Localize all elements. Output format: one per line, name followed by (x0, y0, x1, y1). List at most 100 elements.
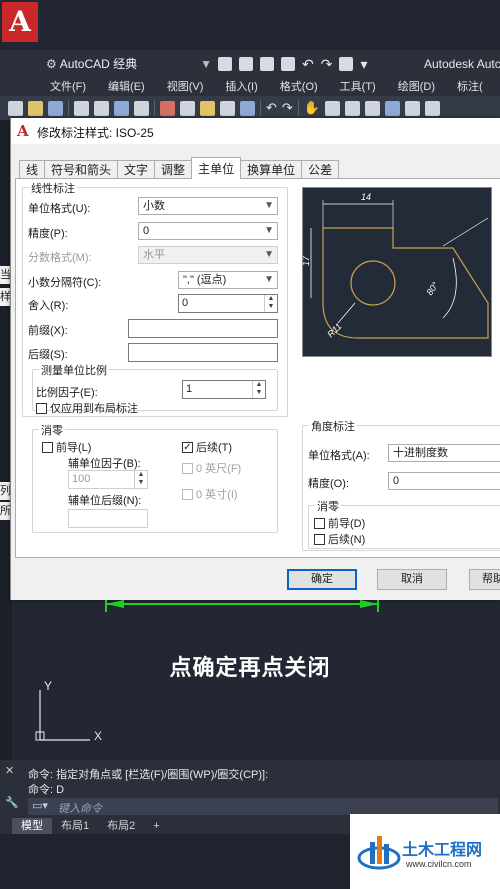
new-file-icon[interactable] (218, 57, 232, 71)
spinner-icon[interactable]: ▲ ▼ (252, 381, 265, 398)
modify-dimension-style-dialog: A 修改标注样式: ISO-25 线 符号和箭头 文字 调整 主单位 换算单位 … (10, 118, 500, 600)
command-history-line: 命令: D (28, 784, 65, 796)
angular-leading-checkbox[interactable]: 前导(D) (314, 515, 365, 531)
title-bar: ⚙ AutoCAD 经典 ▼ ↶ ↷ ▾ Autodesk Autc (0, 50, 500, 78)
properties-icon[interactable] (385, 100, 400, 116)
video-caption: 点确定再点关闭 (169, 656, 331, 681)
tab-tolerances[interactable]: 公差 (301, 160, 340, 179)
workspace-selector[interactable]: ⚙ AutoCAD 经典 ▼ (46, 55, 214, 73)
menu-tools[interactable]: 工具(T) (340, 78, 376, 96)
sub-unit-suffix-input[interactable] (68, 509, 148, 528)
angular-precision-select[interactable]: 0 (388, 472, 500, 490)
angular-trailing-checkbox[interactable]: 后续(N) (314, 531, 365, 547)
fraction-format-select[interactable]: 水平 ▼ (138, 246, 278, 264)
tab-alternate-units[interactable]: 换算单位 (240, 160, 303, 179)
copy-icon[interactable] (180, 100, 195, 116)
close-icon[interactable]: ✕ (5, 764, 14, 777)
tab-fit[interactable]: 调整 (154, 160, 193, 179)
prefix-input[interactable] (128, 319, 278, 338)
trailing-zero-checkbox[interactable]: ✓ 后续(T) (182, 439, 232, 455)
sub-unit-factor-value: 100 (72, 473, 91, 485)
menu-draw[interactable]: 绘图(D) (398, 78, 435, 96)
undo-icon[interactable]: ↶ (266, 100, 277, 116)
zoom-realtime-icon[interactable] (325, 100, 340, 116)
menu-dimension[interactable]: 标注( (457, 78, 483, 96)
plot-icon[interactable] (339, 57, 354, 71)
window-title: Autodesk Autc (424, 57, 500, 71)
checkbox-box (36, 402, 47, 414)
decimal-separator-value: "," (逗点) (183, 274, 227, 286)
save-icon[interactable] (260, 57, 274, 71)
zoom-window-icon[interactable] (345, 100, 360, 116)
menu-format[interactable]: 格式(O) (280, 78, 318, 96)
tab-lines[interactable]: 线 (19, 160, 46, 179)
3d-dwf-icon[interactable] (134, 100, 149, 116)
chevron-down-icon[interactable]: ▾ (360, 55, 367, 73)
tab-layout2[interactable]: 布局2 (98, 818, 144, 834)
spinner-icon[interactable]: ▲ ▼ (134, 471, 147, 488)
publish-icon[interactable] (114, 100, 129, 116)
workspace-name: AutoCAD 经典 (59, 57, 138, 71)
sub-unit-factor-label: 辅单位因子(B): (68, 458, 141, 470)
angular-precision-value: 0 (393, 475, 400, 487)
checkbox-box (182, 488, 193, 500)
precision-select[interactable]: 0 ▼ (138, 222, 278, 240)
tab-layout1[interactable]: 布局1 (52, 818, 98, 834)
sub-unit-factor-input[interactable]: 100 ▲ ▼ (68, 470, 148, 489)
zero-feet-checkbox[interactable]: 0 英尺(F) (182, 460, 241, 476)
new-icon[interactable] (8, 100, 23, 116)
round-off-input[interactable]: 0 ▲ ▼ (178, 294, 278, 313)
scale-factor-input[interactable]: 1 ▲ ▼ (182, 380, 266, 399)
design-center-icon[interactable] (405, 100, 420, 116)
unit-format-select[interactable]: 小数 ▼ (138, 197, 278, 215)
green-arrowhead (106, 600, 124, 608)
menu-edit[interactable]: 编辑(E) (108, 78, 145, 96)
open-file-icon[interactable] (239, 57, 253, 71)
dim-label-top: 14 (361, 192, 371, 202)
block-editor-icon[interactable] (240, 100, 255, 116)
autocad-logo-icon[interactable]: A (2, 2, 38, 42)
tab-text[interactable]: 文字 (117, 160, 156, 179)
redo-icon[interactable]: ↷ (321, 55, 333, 73)
save-icon[interactable] (48, 100, 63, 116)
save-as-icon[interactable] (281, 57, 295, 71)
spinner-icon[interactable]: ▲ ▼ (264, 295, 277, 312)
tab-model[interactable]: 模型 (12, 818, 52, 834)
match-properties-icon[interactable] (220, 100, 235, 116)
unit-format-label: 单位格式(U): (28, 203, 91, 215)
open-icon[interactable] (28, 100, 43, 116)
wrench-icon[interactable]: 🔧 (5, 796, 19, 809)
command-input[interactable]: ▭▾ 键入命令 (28, 798, 498, 815)
watermark-logo-icon (357, 836, 401, 870)
angular-unit-format-select[interactable]: 十进制度数 (388, 444, 500, 462)
add-layout-button[interactable]: + (144, 818, 168, 834)
print-icon[interactable] (74, 100, 89, 116)
menu-insert[interactable]: 插入(I) (225, 78, 257, 96)
tool-palettes-icon[interactable] (425, 100, 440, 116)
paste-icon[interactable] (200, 100, 215, 116)
ok-button[interactable]: 确定 (287, 569, 357, 590)
preview-outline (322, 227, 489, 339)
menu-view[interactable]: 视图(V) (167, 78, 204, 96)
redo-icon[interactable]: ↷ (282, 100, 293, 116)
apply-layout-only-checkbox[interactable]: 仅应用到布局标注 (36, 400, 138, 416)
unit-format-value: 小数 (143, 200, 165, 212)
standard-toolbar: ↶ ↷ ✋ (0, 96, 500, 120)
zoom-previous-icon[interactable] (365, 100, 380, 116)
suffix-input[interactable] (128, 343, 278, 362)
help-button[interactable]: 帮助 (469, 569, 500, 590)
dialog-title-bar[interactable]: A 修改标注样式: ISO-25 (11, 118, 500, 144)
leading-zero-checkbox[interactable]: 前导(L) (42, 439, 91, 455)
decimal-separator-select[interactable]: "," (逗点) ▼ (178, 271, 278, 289)
preview-drawing: 14 17 80° R11 (301, 192, 489, 339)
pan-icon[interactable]: ✋ (304, 100, 320, 116)
tab-symbols-arrows[interactable]: 符号和箭头 (44, 160, 119, 179)
cut-icon[interactable] (160, 100, 175, 116)
menu-file[interactable]: 文件(F) (50, 78, 86, 96)
angular-unit-format-value: 十进制度数 (393, 447, 448, 459)
zero-inches-checkbox[interactable]: 0 英寸(I) (182, 486, 238, 502)
tab-primary-units[interactable]: 主单位 (191, 157, 242, 179)
undo-icon[interactable]: ↶ (302, 55, 314, 73)
print-preview-icon[interactable] (94, 100, 109, 116)
cancel-button[interactable]: 取消 (377, 569, 447, 590)
